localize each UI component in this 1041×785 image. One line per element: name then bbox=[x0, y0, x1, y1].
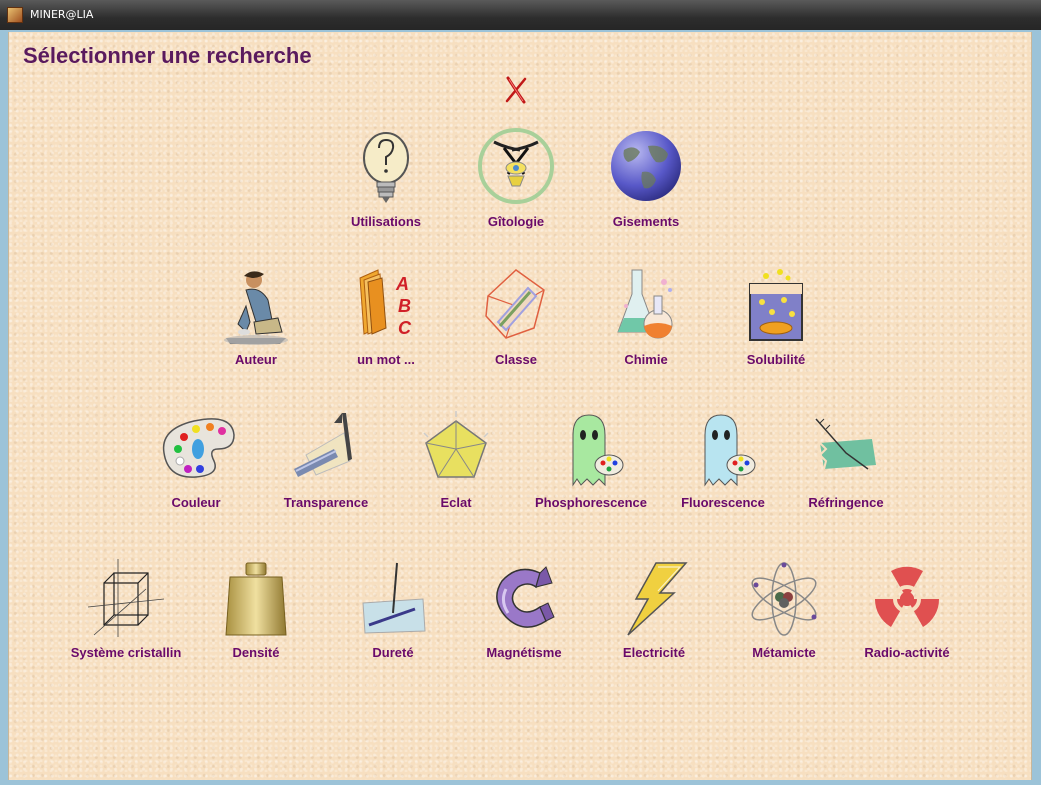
prism-icon bbox=[294, 413, 352, 477]
search-auteur[interactable]: Auteur bbox=[191, 266, 321, 386]
search-utilisations[interactable]: Utilisations bbox=[321, 128, 451, 248]
item-label: un mot ... bbox=[357, 352, 415, 367]
window-title: MINER@LIA bbox=[30, 8, 94, 21]
item-label: Magnétisme bbox=[486, 645, 562, 660]
item-label: Classe bbox=[495, 352, 537, 367]
search-electricite[interactable]: Electricité bbox=[589, 559, 719, 679]
item-label: Radio-activité bbox=[864, 645, 950, 660]
svg-text:B: B bbox=[398, 296, 411, 316]
search-solubilite[interactable]: Solubilité bbox=[711, 266, 841, 386]
svg-text:C: C bbox=[398, 318, 412, 338]
weight-icon bbox=[225, 562, 287, 636]
atom-icon bbox=[751, 562, 817, 636]
item-label: Utilisations bbox=[350, 214, 422, 229]
search-fluorescence[interactable]: Fluorescence bbox=[658, 409, 788, 529]
item-label: Dureté bbox=[372, 645, 414, 660]
search-radio-activite[interactable]: Radio-activité bbox=[842, 559, 972, 679]
crystal-class-icon bbox=[485, 269, 545, 339]
main-panel: Sélectionner une recherche Utilisations bbox=[8, 32, 1032, 780]
search-un-mot[interactable]: A B C un mot ... bbox=[321, 266, 451, 386]
search-refringence[interactable]: Réfringence bbox=[781, 409, 911, 529]
item-label: Electricité bbox=[622, 645, 686, 660]
search-couleur[interactable]: Couleur bbox=[131, 409, 261, 529]
app-icon bbox=[7, 7, 23, 23]
item-label: Densité bbox=[232, 645, 280, 660]
search-transparence[interactable]: Transparence bbox=[261, 409, 391, 529]
search-magnetisme[interactable]: Magnétisme bbox=[459, 559, 589, 679]
abc-book-icon: A B C bbox=[359, 269, 412, 338]
refraction-icon bbox=[815, 418, 876, 470]
search-gitologie[interactable]: Gîtologie bbox=[451, 128, 581, 248]
svg-text:A: A bbox=[395, 274, 409, 294]
search-phosphorescence[interactable]: Phosphorescence bbox=[526, 409, 656, 529]
item-label: Eclat bbox=[440, 495, 472, 510]
green-ghost-icon bbox=[572, 414, 624, 487]
seated-person-icon bbox=[224, 271, 288, 345]
needle-scratch-icon bbox=[362, 562, 426, 634]
item-label: Chimie bbox=[624, 352, 668, 367]
lightbulb-icon bbox=[363, 132, 409, 203]
page-title: Sélectionner une recherche bbox=[23, 43, 312, 68]
search-eclat[interactable]: Eclat bbox=[391, 409, 521, 529]
magnet-icon bbox=[496, 566, 555, 628]
item-label: Réfringence bbox=[808, 495, 884, 510]
radiation-icon bbox=[874, 566, 940, 627]
item-label: Solubilité bbox=[746, 352, 806, 367]
item-label: Auteur bbox=[235, 352, 277, 367]
window-titlebar: MINER@LIA bbox=[0, 0, 1041, 30]
search-metamicte[interactable]: Métamicte bbox=[719, 559, 849, 679]
globe-icon bbox=[611, 131, 681, 201]
item-label: Couleur bbox=[171, 495, 221, 510]
item-label: Phosphorescence bbox=[535, 495, 647, 510]
item-label: Gîtologie bbox=[487, 214, 545, 229]
palette-icon bbox=[162, 418, 235, 478]
blue-ghost-icon bbox=[704, 414, 756, 487]
search-gisements[interactable]: Gisements bbox=[581, 128, 711, 248]
item-label: Transparence bbox=[283, 495, 369, 510]
search-systeme-cristallin[interactable]: Système cristallin bbox=[61, 559, 191, 679]
cube-axes-icon bbox=[87, 559, 165, 637]
pentagon-gem-icon bbox=[423, 411, 489, 478]
flask-icon bbox=[617, 269, 673, 339]
search-classe[interactable]: Classe bbox=[451, 266, 581, 386]
item-label: Gisements bbox=[612, 214, 680, 229]
search-densite[interactable]: Densité bbox=[191, 559, 321, 679]
window-frame: Sélectionner une recherche Utilisations bbox=[0, 30, 1041, 785]
beaker-icon bbox=[749, 269, 803, 341]
search-chimie[interactable]: Chimie bbox=[581, 266, 711, 386]
lightning-icon bbox=[627, 562, 688, 636]
search-durete[interactable]: Dureté bbox=[328, 559, 458, 679]
close-icon[interactable] bbox=[503, 75, 529, 105]
item-label: Métamicte bbox=[752, 645, 816, 660]
item-label: Fluorescence bbox=[681, 495, 765, 510]
pickaxes-icon bbox=[478, 128, 554, 204]
item-label: Système cristallin bbox=[70, 645, 182, 660]
